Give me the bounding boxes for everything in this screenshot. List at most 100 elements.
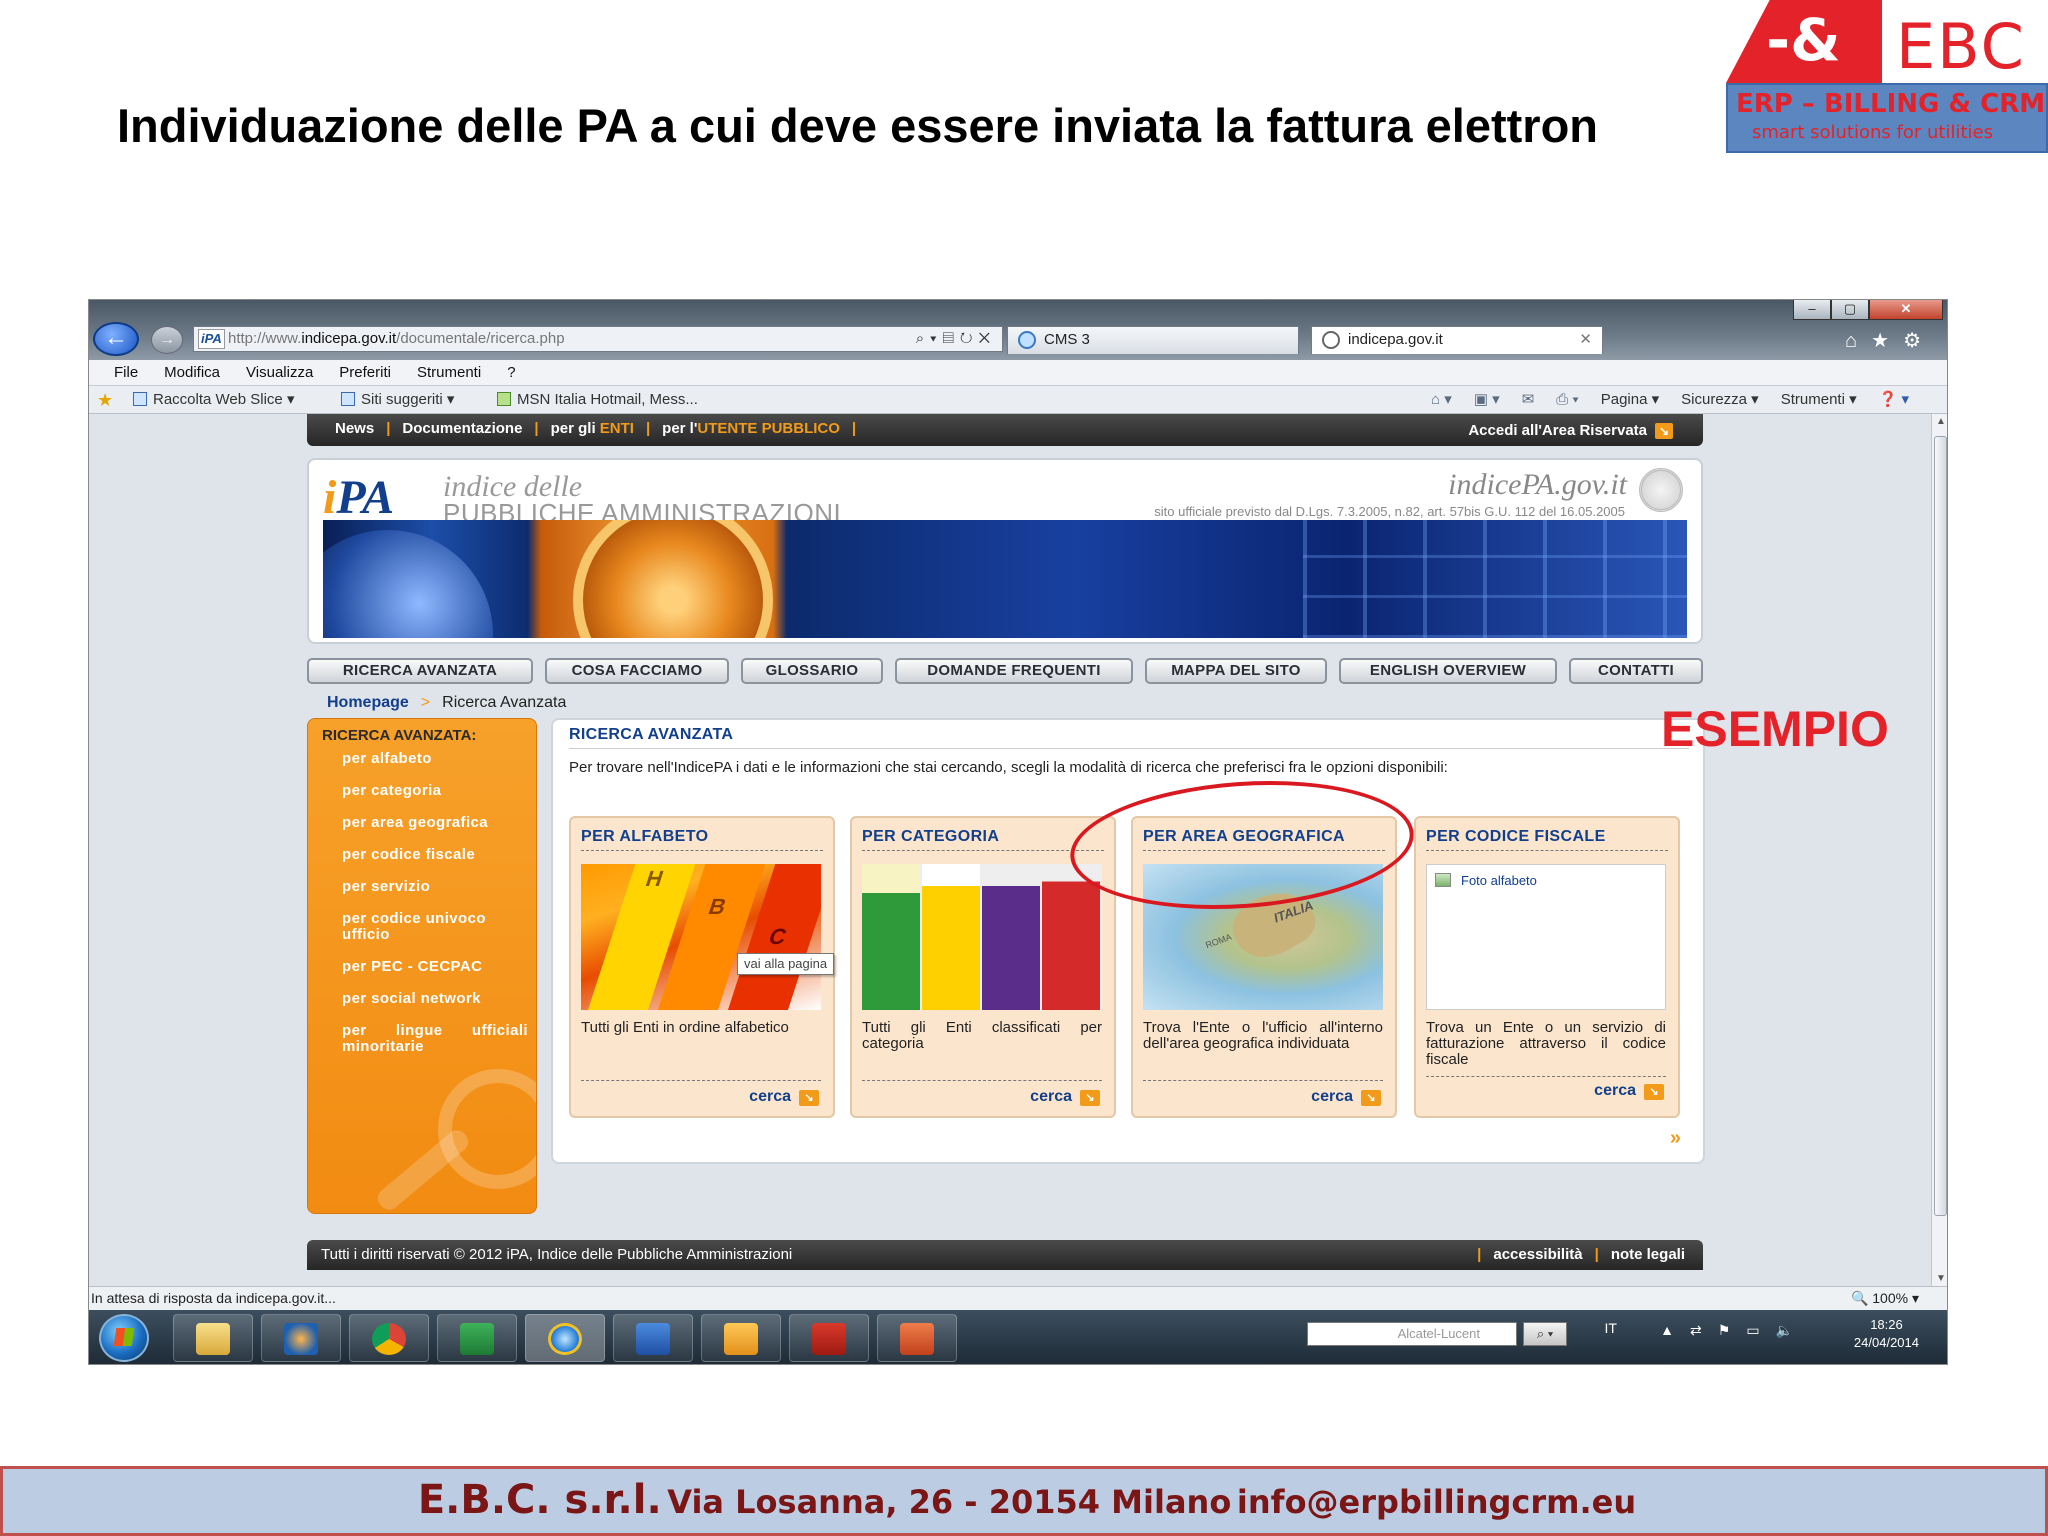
tab-cms3[interactable]: CMS 3	[1007, 326, 1299, 354]
alphabet-tabs-image[interactable]: H B C	[581, 864, 821, 1010]
double-chevron-icon[interactable]: »	[1670, 1127, 1681, 1150]
menu-strumenti[interactable]: Strumenti	[404, 360, 494, 385]
help-icon[interactable]: ❓ ▾	[1879, 386, 1909, 414]
tab-indicepa[interactable]: indicepa.gov.it ✕	[1311, 326, 1603, 354]
clock[interactable]: 18:26 24/04/2014	[1854, 1316, 1919, 1352]
tab-cosa-facciamo[interactable]: COSA FACCIAMO	[545, 658, 729, 684]
taskbar-search-input[interactable]: Alcatel-Lucent	[1307, 1322, 1517, 1346]
sidebar-heading: RICERCA AVANZATA:	[322, 727, 477, 744]
broken-image[interactable]: Foto alfabeto	[1426, 864, 1666, 1010]
logo-tagline-2: smart solutions for utilities	[1752, 122, 1993, 143]
flag-icon[interactable]: ⚑	[1718, 1322, 1747, 1338]
forward-arrow-icon: →	[159, 331, 175, 348]
taskbar-word[interactable]	[613, 1314, 693, 1362]
taskbar-powerpoint[interactable]	[877, 1314, 957, 1362]
sidebar-link-servizio[interactable]: per servizio	[342, 879, 528, 895]
close-window-button[interactable]: ✕	[1869, 300, 1943, 320]
compat-icon[interactable]: ▤	[942, 330, 959, 347]
tab-mappa-del-sito[interactable]: MAPPA DEL SITO	[1145, 658, 1327, 684]
legal-notes-link[interactable]: note legali	[1611, 1246, 1685, 1263]
taskbar-outlook[interactable]	[701, 1314, 781, 1362]
fav-web-slice[interactable]: Raccolta Web Slice ▾	[133, 386, 294, 414]
taskbar-ie[interactable]	[525, 1314, 605, 1362]
minimize-button[interactable]: –	[1793, 300, 1831, 320]
nav-news[interactable]: News	[335, 420, 374, 437]
print-icon[interactable]: ⎙ ▾	[1556, 386, 1578, 414]
search-icon[interactable]: ⌕	[916, 330, 930, 347]
nav-per-gli-enti[interactable]: per gli ENTI	[551, 420, 634, 437]
sidebar-link-area-geografica[interactable]: per area geografica	[342, 815, 528, 831]
scroll-up-icon[interactable]: ▲	[1932, 416, 1947, 427]
card-title[interactable]: PER ALFABETO	[581, 828, 823, 851]
taskbar-explorer[interactable]	[173, 1314, 253, 1362]
vertical-scrollbar[interactable]: ▲ ▼	[1931, 414, 1947, 1286]
menu-help[interactable]: ?	[494, 360, 528, 385]
volume-icon[interactable]: 🔈	[1776, 1322, 1809, 1338]
gear-icon[interactable]: ⚙	[1903, 330, 1935, 352]
scroll-down-icon[interactable]: ▼	[1932, 1273, 1947, 1284]
ipa-brand[interactable]: iPA indice delle PUBBLICHE AMMINISTRAZIO…	[323, 470, 841, 526]
taskbar-chrome[interactable]	[349, 1314, 429, 1362]
slide-title: Individuazione delle PA a cui deve esser…	[117, 99, 1598, 152]
start-button[interactable]	[99, 1314, 149, 1362]
feeds-icon[interactable]: ▣ ▾	[1474, 386, 1500, 414]
home-icon[interactable]: ⌂ ▾	[1431, 386, 1452, 414]
address-bar[interactable]: iPA http://www.indicepa.gov.it/documenta…	[193, 326, 1003, 352]
chevron-up-icon[interactable]: ▲	[1660, 1322, 1690, 1338]
cmd-sicurezza[interactable]: Sicurezza ▾	[1681, 386, 1759, 414]
cmd-strumenti[interactable]: Strumenti ▾	[1781, 386, 1857, 414]
network-icon[interactable]: ⇄	[1690, 1322, 1718, 1338]
nav-documentazione[interactable]: Documentazione	[402, 420, 522, 437]
monitor-icon[interactable]: ▭	[1746, 1322, 1775, 1338]
taskbar-excel[interactable]	[437, 1314, 517, 1362]
tab-domande-frequenti[interactable]: DOMANDE FREQUENTI	[895, 658, 1133, 684]
cerca-link[interactable]: cerca ↘	[1311, 1088, 1381, 1106]
address-controls[interactable]: ⌕▾▤↻✕	[916, 327, 996, 351]
header-right: indicePA.gov.it sito ufficiale previsto …	[1154, 468, 1683, 519]
language-indicator[interactable]: IT	[1605, 1320, 1617, 1336]
cmd-pagina[interactable]: Pagina ▾	[1601, 386, 1659, 414]
card-title[interactable]: PER CATEGORIA	[862, 828, 1104, 851]
accessibility-link[interactable]: accessibilità	[1493, 1246, 1582, 1263]
fav-siti-suggeriti[interactable]: Siti suggeriti ▾	[341, 386, 454, 414]
login-link[interactable]: Accedi all'Area Riservata ↘	[1468, 416, 1673, 446]
zoom-control[interactable]: 🔍 100% ▾	[1851, 1287, 1919, 1309]
favorites-star-icon[interactable]: ★	[1871, 330, 1903, 352]
menu-modifica[interactable]: Modifica	[151, 360, 233, 385]
taskbar-acrobat[interactable]	[789, 1314, 869, 1362]
menu-visualizza[interactable]: Visualizza	[233, 360, 326, 385]
taskbar-search-button[interactable]: ⌕ ▾	[1523, 1322, 1567, 1346]
maximize-button[interactable]: ▢	[1831, 300, 1869, 320]
scroll-thumb[interactable]	[1934, 436, 1947, 1216]
taskbar-media-player[interactable]	[261, 1314, 341, 1362]
cerca-link[interactable]: cerca ↘	[1594, 1082, 1664, 1100]
sidebar-link-social[interactable]: per social network	[342, 991, 528, 1007]
home-icon[interactable]: ⌂	[1845, 330, 1871, 352]
sidebar-link-categoria[interactable]: per categoria	[342, 783, 528, 799]
refresh-icon[interactable]: ↻	[960, 330, 979, 347]
menu-file[interactable]: File	[101, 360, 151, 385]
fav-msn[interactable]: MSN Italia Hotmail, Mess...	[497, 386, 698, 414]
cerca-link[interactable]: cerca ↘	[749, 1088, 819, 1106]
nav-utente-pubblico[interactable]: per l'UTENTE PUBBLICO	[662, 420, 840, 437]
back-button[interactable]: ←	[93, 322, 139, 356]
forward-button[interactable]: →	[151, 326, 183, 354]
favorites-star-icon[interactable]: ★	[97, 386, 113, 414]
sidebar-link-codice-fiscale[interactable]: per codice fiscale	[342, 847, 528, 863]
sidebar-link-pec[interactable]: per PEC - CECPAC	[342, 959, 528, 975]
menu-preferiti[interactable]: Preferiti	[326, 360, 404, 385]
tab-glossario[interactable]: GLOSSARIO	[741, 658, 883, 684]
sidebar-link-lingue[interactable]: per lingue ufficiali minoritarie	[342, 1023, 528, 1055]
breadcrumb-home[interactable]: Homepage	[327, 694, 409, 711]
stop-icon[interactable]: ✕	[979, 330, 996, 347]
cerca-link[interactable]: cerca ↘	[1030, 1088, 1100, 1106]
card-title[interactable]: PER CODICE FISCALE	[1426, 828, 1668, 851]
tab-english-overview[interactable]: ENGLISH OVERVIEW	[1339, 658, 1557, 684]
tab-close-icon[interactable]: ✕	[1579, 327, 1592, 353]
binders-image[interactable]	[862, 864, 1102, 1010]
sidebar-link-codice-univoco[interactable]: per codice univoco ufficio	[342, 911, 528, 943]
sidebar-link-alfabeto[interactable]: per alfabeto	[342, 751, 528, 767]
tab-contatti[interactable]: CONTATTI	[1569, 658, 1703, 684]
tab-ricerca-avanzata[interactable]: RICERCA AVANZATA	[307, 658, 533, 684]
mail-icon[interactable]: ✉	[1522, 386, 1535, 414]
